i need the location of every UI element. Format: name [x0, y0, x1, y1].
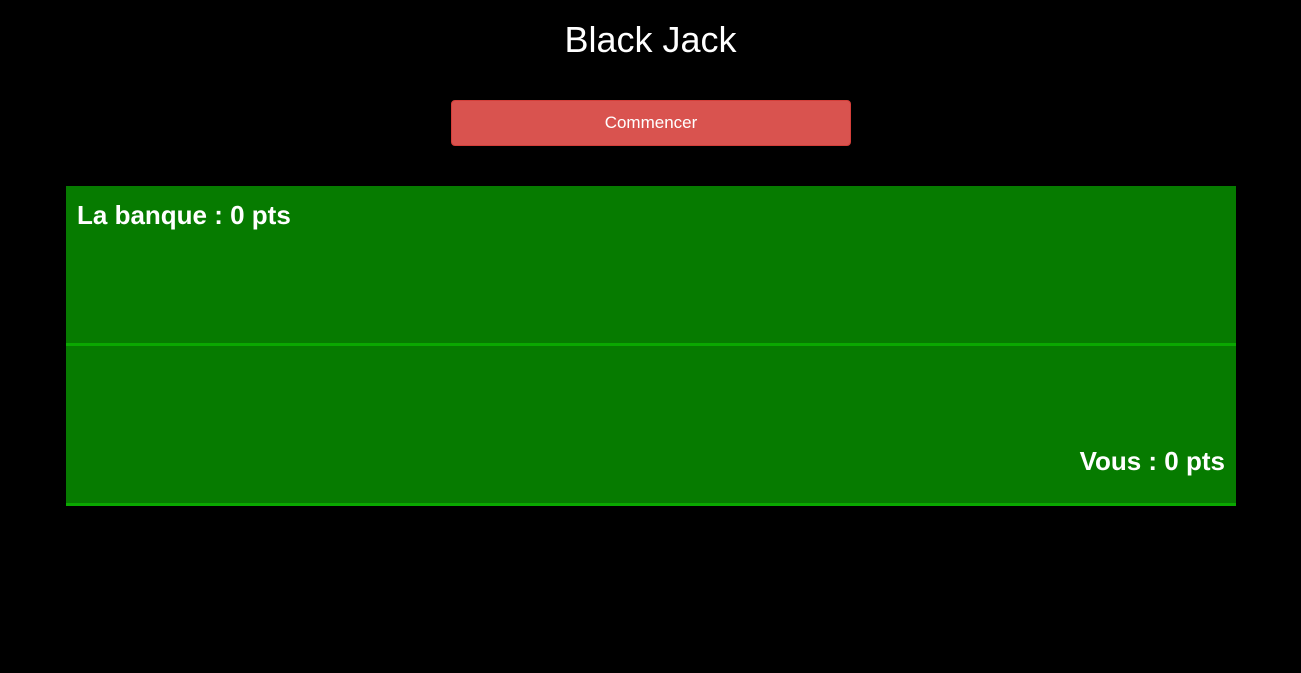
game-table: La banque : 0 pts Vous : 0 pts: [66, 186, 1236, 506]
dealer-zone: La banque : 0 pts: [66, 186, 1236, 346]
start-button[interactable]: Commencer: [451, 100, 851, 146]
dealer-score-label: La banque : 0 pts: [77, 200, 291, 230]
game-page: Black Jack Commencer La banque : 0 pts V…: [0, 0, 1301, 673]
player-score-label: Vous : 0 pts: [1079, 446, 1225, 476]
page-title: Black Jack: [564, 19, 737, 60]
player-zone: Vous : 0 pts: [66, 346, 1236, 506]
